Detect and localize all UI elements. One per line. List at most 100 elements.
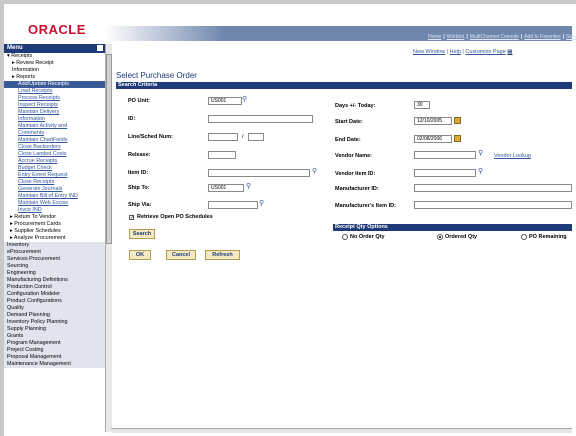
top-link-worklist[interactable]: Worklist	[447, 34, 465, 43]
line-sep: /	[242, 134, 244, 140]
help-link[interactable]: Help	[450, 49, 461, 55]
menu-item[interactable]: Maintain Activity and	[4, 123, 106, 130]
menu-item[interactable]: Demand Planning	[4, 312, 106, 319]
menu-item[interactable]: Comments	[4, 130, 106, 137]
menu-item[interactable]: Production Control	[4, 284, 106, 291]
ship-to-lookup-icon[interactable]: ⚲	[246, 183, 251, 191]
menu-item[interactable]: ▸ Return To Vendor	[4, 214, 106, 221]
id-label: ID:	[128, 116, 136, 122]
menu-item[interactable]: Information	[4, 67, 106, 74]
menu-item[interactable]: Sourcing	[4, 263, 106, 270]
menu-item[interactable]: Close Landed Costs	[4, 151, 106, 158]
menu-item[interactable]: Close Receipts	[4, 179, 106, 186]
new-window-link[interactable]: New Window	[413, 49, 445, 55]
ship-via-lookup-icon[interactable]: ⚲	[259, 200, 264, 208]
end-date-calendar-icon[interactable]	[454, 135, 461, 142]
vendor-name-field[interactable]	[414, 151, 476, 159]
menu-item[interactable]: Manufacturing Definitions	[4, 277, 106, 284]
top-link-multichannel[interactable]: MultiChannel Console	[470, 34, 519, 43]
menu-item[interactable]: Entry Event Request	[4, 172, 106, 179]
item-id-lookup-icon[interactable]: ⚲	[312, 168, 317, 176]
menu-item[interactable]: Maintain Bill of Entry IND	[4, 193, 106, 200]
po-unit-field[interactable]: US001	[208, 97, 242, 105]
menu-item[interactable]: Product Configurations	[4, 298, 106, 305]
manufacturer-item-field[interactable]	[414, 201, 572, 209]
page-tool-links: New Window | Help | Customize Page ▦	[413, 49, 513, 55]
id-field[interactable]	[208, 115, 313, 123]
menu-item[interactable]: Inventory Policy Planning	[4, 319, 106, 326]
menu-item[interactable]: ▸ Procurement Cards	[4, 221, 106, 228]
item-id-field[interactable]	[208, 169, 310, 177]
menu-item[interactable]: Inventory	[4, 242, 106, 249]
menu-item[interactable]: Supply Planning	[4, 326, 106, 333]
menu-item[interactable]: Engineering	[4, 270, 106, 277]
menu-item[interactable]: ▸ Supplier Schedules	[4, 228, 106, 235]
menu-item[interactable]: Add/Update Receipts	[4, 81, 106, 88]
menu-item[interactable]: Configuration Modeler	[4, 291, 106, 298]
vendor-item-lookup-icon[interactable]: ⚲	[478, 168, 483, 176]
start-date-field[interactable]: 12/10/2005	[414, 117, 452, 125]
menu-item[interactable]: Load Receipts	[4, 88, 106, 95]
release-label: Release:	[128, 152, 151, 158]
radio-no-order-qty-label: No Order Qty	[350, 234, 385, 240]
top-link-home[interactable]: Home	[428, 34, 441, 43]
menu-item[interactable]: Close Backorders	[4, 144, 106, 151]
top-link-signout[interactable]: Sign	[566, 34, 576, 43]
radio-po-remaining[interactable]	[521, 234, 527, 240]
menu-item[interactable]: Inspect Receipts	[4, 102, 106, 109]
menu-item[interactable]: ▸ Reports	[4, 74, 106, 81]
menu-item[interactable]: Generate Journals	[4, 186, 106, 193]
sched-num-field[interactable]	[248, 133, 264, 141]
days-field[interactable]: 30	[414, 101, 430, 109]
start-date-label: Start Date:	[335, 119, 363, 125]
menu-item[interactable]: ▸ Review Receipt	[4, 60, 106, 67]
menu-item[interactable]: Information	[4, 116, 106, 123]
release-field[interactable]	[208, 151, 236, 159]
menu-item[interactable]: eProcurement	[4, 249, 106, 256]
days-label: Days +/- Today:	[335, 103, 376, 109]
menu-item[interactable]: Proposal Management	[4, 354, 106, 361]
vendor-name-lookup-icon[interactable]: ⚲	[478, 150, 483, 158]
menu-scrollbar[interactable]	[105, 44, 112, 432]
vendor-name-label: Vendor Name:	[335, 153, 372, 159]
line-num-field[interactable]	[208, 133, 238, 141]
refresh-button[interactable]: Refresh	[205, 250, 240, 260]
po-unit-lookup-icon[interactable]: ⚲	[242, 96, 247, 104]
vendor-item-field[interactable]	[414, 169, 476, 177]
menu-item[interactable]: Maintain Web Excise	[4, 200, 106, 207]
customize-page-link[interactable]: Customize Page	[465, 49, 505, 55]
menu-item[interactable]: Maintenance Management	[4, 361, 106, 368]
ship-to-field[interactable]: US001	[208, 184, 244, 192]
horizontal-scrollbar[interactable]	[111, 428, 572, 433]
minimize-icon[interactable]	[97, 45, 103, 51]
manufacturer-field[interactable]	[414, 184, 572, 192]
radio-no-order-qty[interactable]	[342, 234, 348, 240]
start-date-calendar-icon[interactable]	[454, 117, 461, 124]
menu-item[interactable]: Invce IND	[4, 207, 106, 214]
end-date-field[interactable]: 02/08/2006	[414, 135, 452, 143]
menu-item[interactable]: Process Receipts	[4, 95, 106, 102]
menu-item[interactable]: Project Costing	[4, 347, 106, 354]
menu-item[interactable]: Grants	[4, 333, 106, 340]
menu-item[interactable]: ▾ Receipts	[4, 53, 106, 60]
menu-item[interactable]: Services Procurement	[4, 256, 106, 263]
top-link-favorites[interactable]: Add to Favorites	[524, 34, 560, 43]
radio-ordered-qty[interactable]	[437, 234, 443, 240]
ship-via-field[interactable]	[208, 201, 258, 209]
ok-button[interactable]: OK	[129, 250, 151, 260]
cancel-button[interactable]: Cancel	[166, 250, 196, 260]
menu-item[interactable]: ▸ Analyze Procurement	[4, 235, 106, 242]
menu-item[interactable]: Quality	[4, 305, 106, 312]
retrieve-open-checkbox[interactable]: ✓	[129, 215, 134, 221]
menu-item[interactable]: Maintain ChartFields	[4, 137, 106, 144]
menu-item[interactable]: Program Management	[4, 340, 106, 347]
menu-item[interactable]: Maintain Delivery	[4, 109, 106, 116]
menu-item[interactable]: Accrue Receipts	[4, 158, 106, 165]
radio-ordered-qty-label: Ordered Qty	[445, 234, 478, 240]
scrollbar-thumb[interactable]	[106, 54, 112, 244]
search-button[interactable]: Search	[129, 229, 155, 239]
vendor-lookup-link[interactable]: Vendor Lookup	[494, 153, 531, 159]
page-link-icon[interactable]: ▦	[507, 49, 512, 55]
item-id-label: Item ID:	[128, 170, 149, 176]
menu-item[interactable]: Budget Check	[4, 165, 106, 172]
